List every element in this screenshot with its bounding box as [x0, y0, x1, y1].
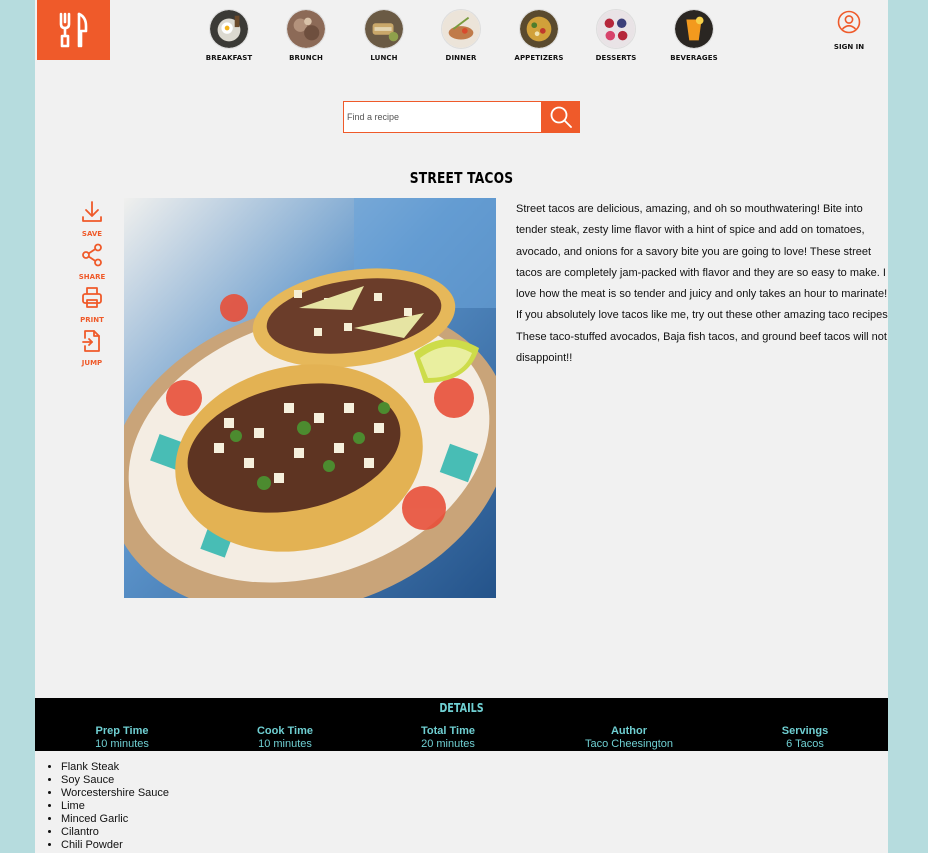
- jump-label: JUMP: [81, 359, 103, 367]
- user-circle-icon: [837, 10, 861, 34]
- category-desserts[interactable]: DESSERTS: [586, 9, 646, 62]
- category-label: DINNER: [445, 54, 477, 62]
- detail-value: 6 Tacos: [786, 738, 824, 750]
- detail-author: Author Taco Cheesington: [569, 725, 689, 751]
- download-icon: [82, 201, 102, 222]
- share-button[interactable]: SHARE: [75, 243, 109, 286]
- detail-value: 10 minutes: [95, 738, 149, 750]
- detail-label: Total Time: [421, 725, 475, 737]
- category-label: BREAKFAST: [205, 54, 253, 62]
- category-brunch[interactable]: BRUNCH: [276, 9, 336, 62]
- category-breakfast[interactable]: BREAKFAST: [199, 9, 259, 62]
- recipe-title: STREET TACOS: [409, 169, 514, 187]
- search-input[interactable]: [343, 101, 542, 133]
- recipe-description: Street tacos are delicious, amazing, and…: [516, 203, 888, 365]
- share-icon: [82, 243, 102, 267]
- jump-icon: [82, 330, 100, 352]
- ingredient-item: Cilantro: [61, 826, 169, 839]
- breakfast-thumbnail: [209, 9, 249, 49]
- desserts-thumbnail: [596, 9, 636, 49]
- detail-servings: Servings 6 Tacos: [755, 725, 855, 751]
- detail-label: Cook Time: [256, 725, 314, 737]
- dinner-thumbnail: [441, 9, 481, 49]
- ingredient-item: Worcestershire Sauce: [61, 787, 169, 800]
- appetizers-thumbnail: [519, 9, 559, 49]
- brunch-thumbnail: [286, 9, 326, 49]
- detail-total-time: Total Time 20 minutes: [398, 725, 498, 751]
- search-bar: [343, 101, 580, 133]
- category-label: BRUNCH: [289, 54, 323, 62]
- detail-value: 20 minutes: [421, 738, 475, 750]
- ingredients-list: Flank Steak Soy Sauce Worcestershire Sau…: [61, 761, 169, 852]
- ingredient-item: Minced Garlic: [61, 813, 169, 826]
- category-beverages[interactable]: BEVERAGES: [664, 9, 724, 62]
- share-label: SHARE: [78, 273, 106, 281]
- ingredient-item: Soy Sauce: [61, 774, 169, 787]
- jump-button[interactable]: JUMP: [75, 329, 109, 372]
- detail-label: Prep Time: [95, 725, 149, 737]
- category-label: BEVERAGES: [670, 54, 718, 62]
- sign-in-button[interactable]: SIGN IN: [829, 10, 869, 51]
- recipe-photo: [124, 198, 496, 598]
- street-tacos-image: [124, 198, 496, 598]
- print-label: PRINT: [80, 316, 104, 324]
- detail-prep-time: Prep Time 10 minutes: [72, 725, 172, 751]
- detail-label: Author: [610, 725, 648, 737]
- ingredient-item: Chili Powder: [61, 839, 169, 852]
- details-bar: DETAILS Prep Time 10 minutes Cook Time 1…: [35, 698, 888, 751]
- printer-icon: [82, 287, 102, 308]
- search-icon: [550, 106, 572, 128]
- sign-in-label: SIGN IN: [833, 43, 865, 51]
- save-button[interactable]: SAVE: [75, 200, 109, 243]
- save-label: SAVE: [81, 230, 103, 238]
- category-label: LUNCH: [370, 54, 398, 62]
- detail-value: Taco Cheesington: [584, 738, 674, 750]
- detail-cook-time: Cook Time 10 minutes: [235, 725, 335, 751]
- search-button[interactable]: [542, 101, 580, 133]
- category-label: APPETIZERS: [514, 54, 564, 62]
- recipe-actions: SAVE SHARE PRINT JUMP: [75, 200, 109, 372]
- page: BREAKFAST BRUNCH LUNCH DINNER APPETIZERS: [35, 0, 888, 853]
- category-appetizers[interactable]: APPETIZERS: [509, 9, 569, 62]
- ingredient-item: Flank Steak: [61, 761, 169, 774]
- beverages-thumbnail: [674, 9, 714, 49]
- category-nav: BREAKFAST BRUNCH LUNCH DINNER APPETIZERS: [35, 9, 888, 69]
- print-button[interactable]: PRINT: [75, 286, 109, 329]
- detail-value: 10 minutes: [258, 738, 312, 750]
- category-lunch[interactable]: LUNCH: [354, 9, 414, 62]
- detail-label: Servings: [781, 725, 829, 737]
- lunch-thumbnail: [364, 9, 404, 49]
- category-label: DESSERTS: [595, 54, 637, 62]
- details-heading: DETAILS: [439, 701, 484, 715]
- category-dinner[interactable]: DINNER: [431, 9, 491, 62]
- ingredient-item: Lime: [61, 800, 169, 813]
